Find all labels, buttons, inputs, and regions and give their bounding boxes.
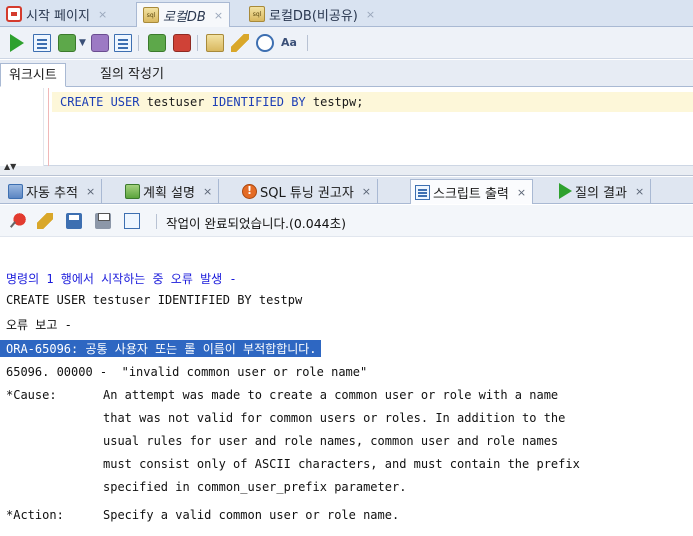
close-icon[interactable]: × — [86, 185, 95, 198]
tab-script-output[interactable]: 스크립트 출력 × — [410, 179, 534, 204]
tab-worksheet[interactable]: 워크시트 — [0, 63, 66, 87]
cause-line: must consist only of ASCII characters, a… — [103, 457, 580, 471]
toolbar-separator — [156, 214, 157, 229]
panel-splitter[interactable]: ▲▼ — [0, 163, 693, 176]
script-output-area[interactable]: 명령의 1 행에서 시작하는 중 오류 발생 - CREATE USER tes… — [0, 238, 693, 536]
action-label: *Action: — [6, 508, 64, 522]
tab-label: 계획 설명 — [143, 185, 195, 201]
tab-label: 로컬DB(비공유) — [269, 8, 358, 24]
run-script-icon[interactable] — [33, 34, 51, 52]
tab-label: 질의 결과 — [575, 185, 627, 201]
action-text: Specify a valid common user or role name… — [103, 508, 400, 522]
print-icon[interactable] — [95, 213, 111, 229]
tab-local-db[interactable]: 로컬DB × — [136, 2, 231, 27]
toolbar-separator — [138, 35, 139, 51]
script-output-icon — [415, 184, 430, 200]
format-case-icon[interactable]: Aa — [281, 36, 303, 54]
worksheet-tab-bar: 워크시트 질의 작성기 — [0, 60, 693, 87]
sql-tuning-icon[interactable] — [173, 34, 191, 52]
tab-start-page[interactable]: 시작 페이지 × — [0, 2, 113, 26]
clear-icon[interactable] — [231, 34, 249, 52]
cause-line: specified in common_user_prefix paramete… — [103, 480, 407, 494]
autotrace-icon — [8, 183, 23, 199]
error-header: 명령의 1 행에서 시작하는 중 오류 발생 - — [6, 272, 237, 286]
tab-query-builder[interactable]: 질의 작성기 — [92, 63, 172, 87]
close-icon[interactable]: × — [635, 185, 644, 198]
tab-query-result[interactable]: 질의 결과 × — [555, 179, 652, 203]
output-toolbar: 작업이 완료되었습니다.(0.044초) — [0, 205, 693, 237]
pin-icon[interactable] — [10, 213, 26, 229]
tab-label: 로컬DB — [163, 9, 206, 25]
sql-worksheet-icon — [249, 6, 265, 22]
error-report-label: 오류 보고 - — [6, 318, 72, 332]
worksheet-toolbar: ▼ Aa — [0, 27, 693, 59]
tab-sql-tuning-advisor[interactable]: SQL 튜닝 권고자 × — [238, 179, 379, 203]
document-icon[interactable] — [124, 213, 140, 229]
toolbar-separator — [197, 35, 198, 51]
run-statement-icon[interactable] — [10, 34, 24, 52]
cause-line: An attempt was made to create a common u… — [103, 388, 559, 402]
sql-history-icon[interactable] — [206, 34, 224, 52]
query-result-icon — [559, 183, 572, 199]
close-icon[interactable]: × — [98, 8, 107, 21]
cause-line: usual rules for user and role names, com… — [103, 434, 559, 448]
document-tab-bar: 시작 페이지 × 로컬DB × 로컬DB(비공유) × — [0, 0, 693, 27]
cause-line: that was not valid for common users or r… — [103, 411, 566, 425]
cause-label: *Cause: — [6, 388, 57, 402]
close-icon[interactable]: × — [203, 185, 212, 198]
sql-identifier: testpw; — [305, 95, 364, 109]
sql-keyword: CREATE USER — [60, 95, 140, 109]
explain-plan-icon[interactable] — [114, 34, 132, 52]
sql-editor[interactable]: CREATE USER testuser IDENTIFIED BY testp… — [0, 88, 693, 166]
editor-margin — [48, 88, 49, 166]
status-message: 작업이 완료되었습니다.(0.044초) — [166, 216, 346, 231]
tab-explain-plan[interactable]: 계획 설명 × — [121, 179, 220, 203]
save-icon[interactable] — [66, 213, 82, 229]
tab-label: 스크립트 출력 — [433, 186, 509, 202]
tab-label: 자동 추적 — [26, 185, 78, 201]
close-icon[interactable]: × — [366, 8, 375, 21]
eraser-icon[interactable] — [37, 213, 53, 229]
line-gutter — [0, 88, 44, 166]
history-icon[interactable] — [256, 34, 274, 52]
commit-icon[interactable] — [58, 34, 76, 52]
tab-local-db-unshared[interactable]: 로컬DB(비공유) × — [243, 2, 381, 26]
sql-identifier: testuser — [139, 95, 212, 109]
sql-keyword: IDENTIFIED BY — [211, 95, 306, 109]
failed-command: CREATE USER testuser IDENTIFIED BY testp… — [6, 293, 303, 307]
autotrace-icon[interactable] — [148, 34, 166, 52]
tab-label: SQL 튜닝 권고자 — [260, 185, 354, 201]
toolbar-separator — [307, 35, 308, 51]
start-page-icon — [6, 6, 22, 22]
warning-icon — [242, 183, 257, 199]
output-tab-bar: 자동 추적 × 계획 설명 × SQL 튜닝 권고자 × 스크립트 출력 × 질… — [0, 177, 693, 204]
close-icon[interactable]: × — [362, 185, 371, 198]
close-icon[interactable]: × — [517, 186, 526, 199]
close-icon[interactable]: × — [214, 9, 223, 22]
error-code-line: 65096. 00000 - "invalid common user or r… — [6, 365, 368, 379]
sql-worksheet-icon — [143, 7, 159, 23]
ora-error-message[interactable]: ORA-65096: 공통 사용자 또는 롤 이름이 부적합합니다. — [0, 340, 321, 357]
explain-plan-icon — [125, 183, 140, 199]
tab-autotrace[interactable]: 자동 추적 × — [4, 179, 103, 203]
rollback-icon[interactable] — [91, 34, 109, 52]
code-line[interactable]: CREATE USER testuser IDENTIFIED BY testp… — [52, 92, 693, 112]
tab-label: 시작 페이지 — [26, 8, 90, 24]
splitter-arrows-icon[interactable]: ▲▼ — [4, 163, 16, 171]
dropdown-arrow-icon[interactable]: ▼ — [79, 38, 87, 56]
